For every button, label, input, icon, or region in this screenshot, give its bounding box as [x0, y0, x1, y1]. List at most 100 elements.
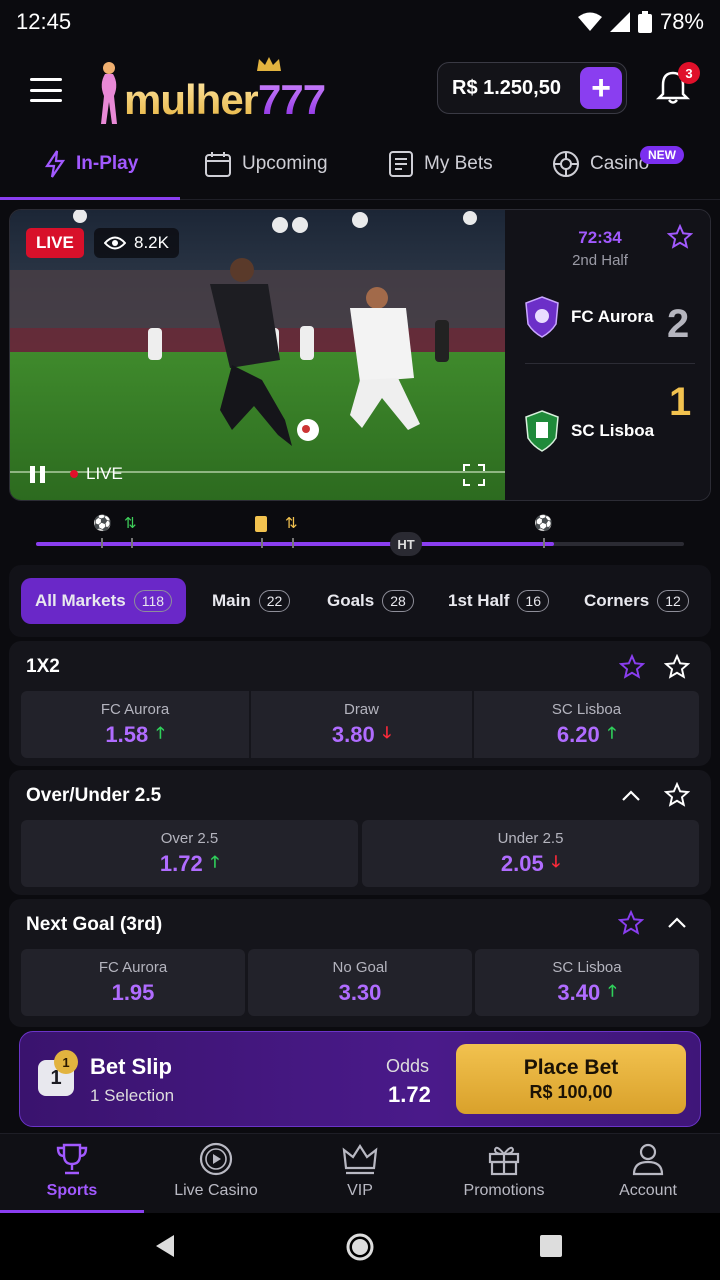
nav-vip[interactable]: VIP	[288, 1142, 432, 1200]
crown-icon	[342, 1143, 378, 1175]
market-filter-bar: All Markets 118 Main 22 Goals 28 1st Half 16…	[9, 565, 711, 637]
play-circle-icon	[199, 1142, 233, 1176]
trophy-icon	[56, 1143, 88, 1175]
odds-up-icon: 🡑	[156, 724, 165, 742]
eye-icon	[104, 236, 126, 250]
home-score: 2	[667, 302, 690, 346]
system-navigation-bar	[0, 1213, 720, 1280]
tab-casino[interactable]: Casino	[552, 150, 649, 178]
odds-up-icon: 🡑	[608, 982, 617, 1000]
gift-icon	[488, 1146, 520, 1176]
menu-icon[interactable]	[30, 78, 62, 102]
nav-promotions[interactable]: Promotions	[432, 1142, 576, 1200]
user-icon	[632, 1143, 664, 1176]
odds-up-icon: 🡑	[607, 724, 617, 742]
filter-all-markets[interactable]: All Markets 118	[21, 578, 187, 624]
sc-lisboa-crest-icon	[525, 410, 559, 452]
roulette-icon	[553, 151, 579, 177]
live-video-player[interactable]: LIVE 8.2K LIVE	[10, 210, 505, 500]
filter-1st-half[interactable]: 1st Half 16	[434, 578, 563, 624]
fc-aurora-crest-icon	[525, 296, 559, 338]
battery-icon	[637, 11, 652, 33]
favorite-star-icon[interactable]	[618, 910, 644, 936]
match-video-frame	[10, 210, 505, 500]
substitution-icon: ⇅	[285, 515, 298, 532]
tab-active-indicator	[0, 197, 180, 200]
chevron-up-icon[interactable]	[619, 784, 643, 808]
half-time-marker: HT	[390, 532, 422, 556]
favorite-star-icon[interactable]	[667, 224, 693, 250]
match-period: 2nd Half	[572, 252, 628, 269]
home-team: FC Aurora	[525, 296, 654, 338]
yellow-card-icon	[255, 516, 267, 532]
odds-button-over[interactable]: Over 2.5 1.72 🡑	[21, 820, 358, 887]
place-bet-button[interactable]: Place Bet R$ 100,00	[456, 1044, 686, 1114]
fullscreen-icon[interactable]	[463, 464, 485, 486]
live-badge: LIVE	[26, 228, 84, 258]
odds-button-away[interactable]: SC Lisboa 6.20 🡑	[474, 691, 699, 758]
signal-icon	[609, 12, 630, 32]
crown-logo-icon	[257, 57, 281, 71]
odds-button-under[interactable]: Under 2.5 2.05 🡓	[362, 820, 699, 887]
balance-amount: R$ 1.250,50	[452, 76, 561, 99]
chevron-up-icon[interactable]	[665, 911, 689, 935]
status-time: 12:45	[16, 9, 72, 34]
scoreboard: 72:34 2nd Half FC Aurora 2 SC Lisboa 1	[505, 210, 710, 500]
filter-corners[interactable]: Corners 12	[570, 578, 703, 624]
nav-account[interactable]: Account	[576, 1142, 720, 1200]
substitution-icon: ⇅	[124, 515, 137, 532]
odds-down-icon: 🡓	[551, 853, 561, 871]
tab-in-play[interactable]: In-Play	[44, 150, 138, 178]
goal-ball-icon: ⚽	[534, 515, 553, 532]
bet-slip-odds-label: Odds	[386, 1056, 430, 1076]
market-next-goal: Next Goal (3rd) FC Aurora 1.95 No Goal 3…	[9, 899, 711, 1027]
market-1x2: 1X2 FC Aurora 1.58 🡑 Draw 3.80 🡓 SC Lisboa…	[9, 641, 711, 766]
filter-main[interactable]: Main 22	[198, 578, 304, 624]
odds-button-home-next-goal[interactable]: FC Aurora 1.95	[21, 949, 245, 1016]
nav-sports[interactable]: Sports	[0, 1142, 144, 1200]
timeline-progress	[36, 542, 555, 546]
wifi-icon	[577, 12, 602, 31]
back-icon[interactable]	[152, 1233, 178, 1259]
market-title: 1X2	[26, 656, 60, 677]
balance-widget[interactable]: R$ 1.250,50 +	[437, 62, 627, 114]
match-timeline: ⚽ ⇅ ⇅ ⚽ HT	[36, 510, 684, 560]
odds-button-draw[interactable]: Draw 3.80 🡓	[251, 691, 472, 758]
favorite-star-icon[interactable]	[619, 654, 645, 680]
bet-slip-odds: 1.72	[388, 1082, 431, 1107]
filter-goals[interactable]: Goals 28	[313, 578, 428, 624]
odds-button-away-next-goal[interactable]: SC Lisboa 3.40 🡑	[475, 949, 699, 1016]
live-match-card[interactable]: LIVE 8.2K LIVE 72:34 2nd Half FC Aurora …	[9, 209, 711, 501]
notification-count-badge: 3	[678, 62, 700, 84]
notifications-button[interactable]: 3	[654, 62, 700, 108]
market-title: Next Goal (3rd)	[26, 914, 163, 935]
market-over-under: Over/Under 2.5 Over 2.5 1.72 🡑 Under 2.5 …	[9, 770, 711, 895]
top-tabs: In-Play Upcoming My Bets Casino NEW	[0, 140, 720, 200]
tab-my-bets[interactable]: My Bets	[388, 150, 493, 178]
market-title: Over/Under 2.5	[26, 785, 162, 806]
bet-slip-bar[interactable]: 1 1 Bet Slip 1 Selection Odds 1.72 Place…	[19, 1031, 701, 1127]
viewer-count: 8.2K	[94, 228, 179, 258]
odds-button-home[interactable]: FC Aurora 1.58 🡑	[21, 691, 249, 758]
odds-up-icon: 🡑	[210, 853, 220, 871]
home-icon[interactable]	[345, 1232, 375, 1262]
recents-icon[interactable]	[539, 1234, 563, 1258]
logo-text: mulher777	[124, 76, 326, 123]
bet-slip-subtitle: 1 Selection	[90, 1086, 175, 1105]
pause-button[interactable]	[30, 466, 45, 483]
away-score: 1	[669, 380, 692, 424]
lightning-icon	[44, 150, 66, 178]
status-bar: 12:45 78%	[0, 0, 720, 44]
nav-live-casino[interactable]: Live Casino	[144, 1142, 288, 1200]
star-outline-icon[interactable]	[664, 782, 690, 808]
live-indicator: LIVE	[70, 464, 123, 484]
star-outline-icon[interactable]	[664, 654, 690, 680]
goal-ball-icon: ⚽	[93, 515, 112, 532]
deposit-button[interactable]: +	[580, 67, 622, 109]
logo[interactable]: mulher777	[96, 54, 326, 126]
odds-button-no-goal[interactable]: No Goal 3.30	[248, 949, 472, 1016]
tab-upcoming[interactable]: Upcoming	[204, 150, 328, 178]
odds-down-icon: 🡓	[382, 724, 392, 742]
away-team: SC Lisboa	[525, 410, 654, 452]
logo-figure-icon	[101, 62, 117, 124]
